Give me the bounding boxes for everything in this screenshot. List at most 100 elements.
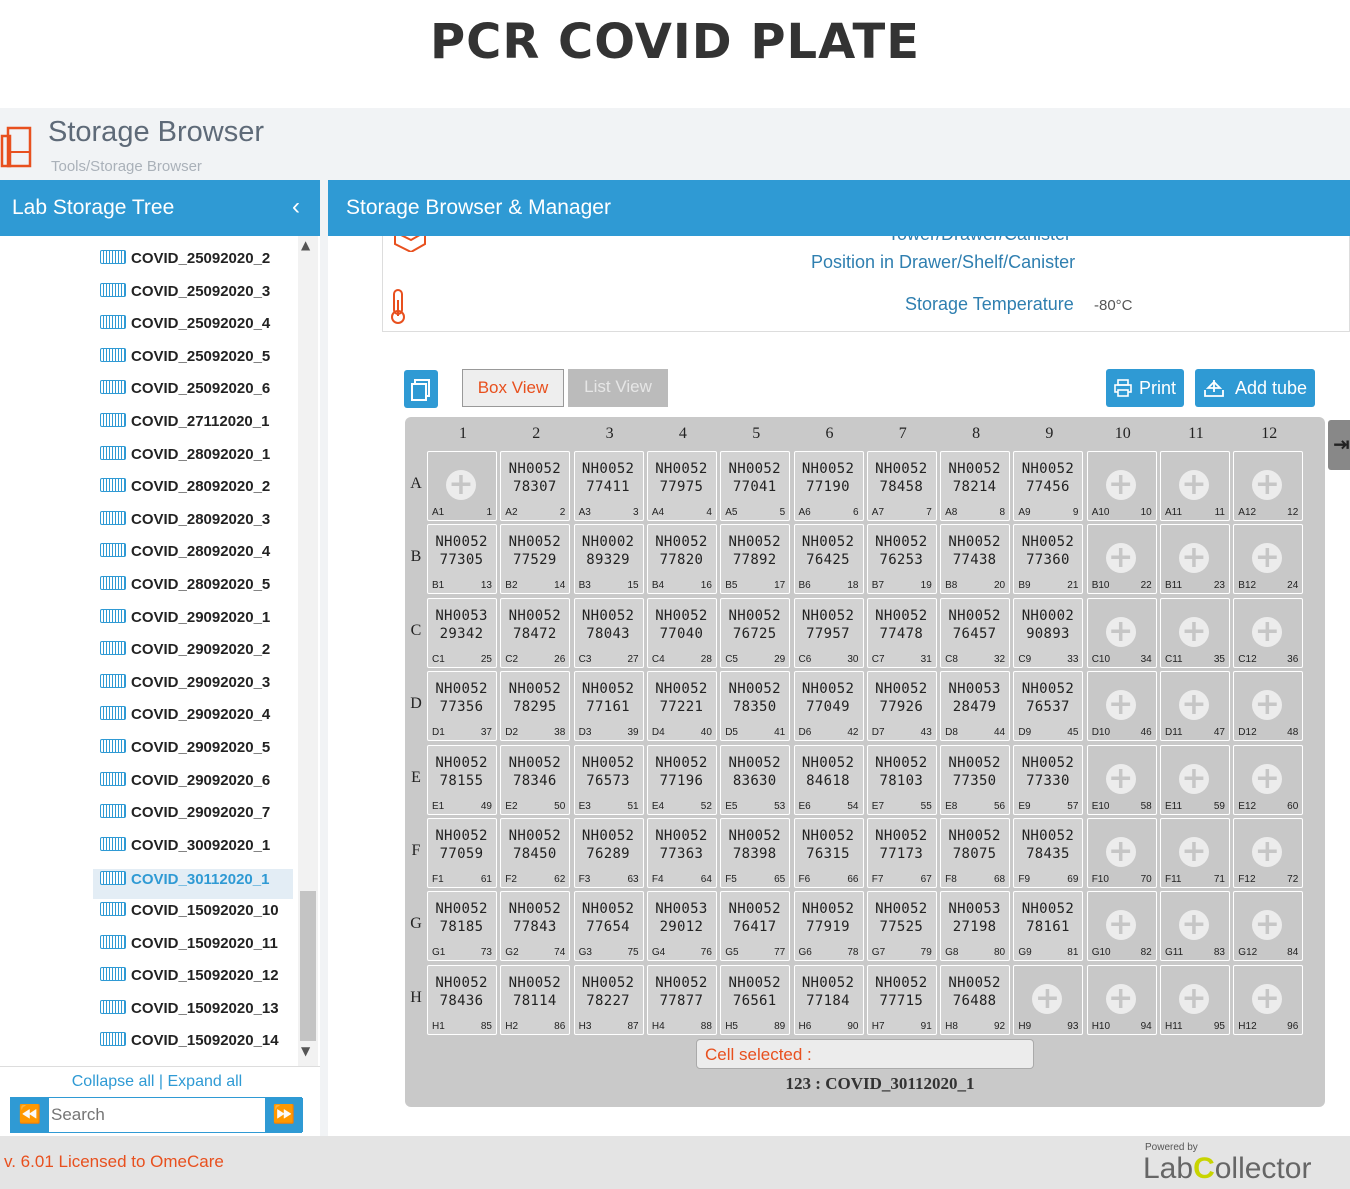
tree-item[interactable]: COVID_25092020_3 bbox=[100, 283, 270, 313]
plate-well[interactable]: NH0052 78155 E1 49 bbox=[427, 744, 497, 815]
plate-well[interactable]: NH0052 78398 F5 65 bbox=[720, 818, 791, 888]
add-tube-plus-icon[interactable]: + bbox=[1105, 690, 1136, 721]
plate-well[interactable]: NH0053 28479 D8 44 bbox=[940, 671, 1011, 742]
empty-well[interactable]: + C12 36 bbox=[1233, 597, 1304, 668]
plate-well[interactable]: NH0052 77196 E4 52 bbox=[646, 744, 717, 815]
add-tube-plus-icon[interactable]: + bbox=[1032, 983, 1063, 1014]
tree-item[interactable]: COVID_27112020_1 bbox=[100, 413, 269, 443]
empty-well[interactable]: + A1 1 bbox=[427, 451, 497, 521]
plate-well[interactable]: NH0052 77654 G3 75 bbox=[573, 891, 644, 962]
plate-well[interactable]: NH0052 77360 B9 21 bbox=[1013, 524, 1084, 595]
tree-item[interactable]: COVID_30112020_1 bbox=[93, 869, 293, 900]
empty-well[interactable]: + G11 83 bbox=[1160, 891, 1230, 962]
collapse-expand-links[interactable]: Collapse all | Expand all bbox=[0, 1073, 314, 1091]
plate-well[interactable]: NH0052 84618 E6 54 bbox=[793, 744, 864, 815]
plate-well[interactable]: NH0052 76417 G5 77 bbox=[720, 891, 791, 962]
add-tube-plus-icon[interactable]: + bbox=[1105, 910, 1136, 941]
add-tube-plus-icon[interactable]: + bbox=[1179, 763, 1209, 794]
empty-well[interactable]: + D12 48 bbox=[1233, 671, 1304, 742]
plate-well[interactable]: NH0052 78346 E2 50 bbox=[500, 744, 571, 815]
plate-well[interactable]: NH0052 76315 F6 66 bbox=[793, 818, 864, 888]
tree-item[interactable]: COVID_28092020_3 bbox=[100, 511, 270, 541]
tree-item[interactable]: COVID_15092020_11 bbox=[100, 935, 278, 965]
tree-item[interactable]: COVID_15092020_12 bbox=[100, 967, 279, 997]
tab-box-view[interactable]: Box View bbox=[462, 369, 564, 407]
empty-well[interactable]: + D11 47 bbox=[1160, 671, 1230, 742]
tree-item[interactable]: COVID_25092020_6 bbox=[100, 380, 270, 410]
plate-well[interactable]: NH0052 83630 E5 53 bbox=[720, 744, 791, 815]
empty-well[interactable]: + C11 35 bbox=[1160, 597, 1230, 668]
plate-well[interactable]: NH0052 77919 G6 78 bbox=[793, 891, 864, 962]
print-button[interactable]: Print bbox=[1106, 369, 1184, 407]
plate-well[interactable]: NH0052 77456 A9 9 bbox=[1013, 451, 1084, 521]
plate-well[interactable]: NH0052 76289 F3 63 bbox=[573, 818, 644, 888]
empty-well[interactable]: + E12 60 bbox=[1233, 744, 1304, 815]
plate-well[interactable]: NH0052 77184 H6 90 bbox=[793, 964, 864, 1035]
plate-well[interactable]: NH0052 78075 F8 68 bbox=[940, 818, 1011, 888]
add-tube-plus-icon[interactable]: + bbox=[1252, 837, 1283, 867]
plate-well[interactable]: NH0052 77715 H7 91 bbox=[866, 964, 937, 1035]
add-tube-plus-icon[interactable]: + bbox=[1179, 543, 1209, 574]
tree-item[interactable]: COVID_29092020_2 bbox=[100, 641, 270, 671]
plate-well[interactable]: NH0002 90893 C9 33 bbox=[1013, 597, 1084, 668]
add-tube-plus-icon[interactable]: + bbox=[1252, 983, 1283, 1014]
tree-item[interactable]: COVID_28092020_4 bbox=[100, 543, 270, 573]
plate-well[interactable]: NH0052 77356 D1 37 bbox=[427, 671, 497, 742]
empty-well[interactable]: + H9 93 bbox=[1013, 964, 1084, 1035]
plate-well[interactable]: NH0052 77190 A6 6 bbox=[793, 451, 864, 521]
plate-well[interactable]: NH0052 77877 H4 88 bbox=[646, 964, 717, 1035]
tree-item[interactable]: COVID_25092020_4 bbox=[100, 315, 270, 345]
plate-well[interactable]: NH0052 78295 D2 38 bbox=[500, 671, 571, 742]
plate-well[interactable]: NH0052 77975 A4 4 bbox=[646, 451, 717, 521]
tree-scrollbar[interactable]: ▲ ▼ bbox=[298, 236, 318, 1066]
add-tube-plus-icon[interactable]: + bbox=[1105, 470, 1136, 500]
plate-well[interactable]: NH0052 78307 A2 2 bbox=[500, 451, 571, 521]
plate-well[interactable]: NH0052 76488 H8 92 bbox=[940, 964, 1011, 1035]
empty-well[interactable]: + G12 84 bbox=[1233, 891, 1304, 962]
plate-well[interactable]: NH0052 78214 A8 8 bbox=[940, 451, 1011, 521]
add-tube-button[interactable]: Add tube bbox=[1195, 369, 1315, 407]
plate-well[interactable]: NH0052 78103 E7 55 bbox=[866, 744, 937, 815]
tree-item[interactable]: COVID_15092020_13 bbox=[100, 1000, 279, 1030]
add-tube-plus-icon[interactable]: + bbox=[1105, 543, 1136, 574]
plate-well[interactable]: NH0052 76573 E3 51 bbox=[573, 744, 644, 815]
empty-well[interactable]: + E11 59 bbox=[1160, 744, 1230, 815]
tree-item[interactable]: COVID_29092020_1 bbox=[100, 609, 270, 639]
plate-well[interactable]: NH0002 89329 B3 15 bbox=[573, 524, 644, 595]
add-tube-plus-icon[interactable]: + bbox=[1105, 837, 1136, 867]
add-tube-plus-icon[interactable]: + bbox=[1252, 616, 1283, 647]
plate-well[interactable]: NH0052 78436 H1 85 bbox=[427, 964, 497, 1035]
plate-well[interactable]: NH0052 76725 C5 29 bbox=[720, 597, 791, 668]
plate-well[interactable]: NH0052 78350 D5 41 bbox=[720, 671, 791, 742]
plate-well[interactable]: NH0052 77957 C6 30 bbox=[793, 597, 864, 668]
add-tube-plus-icon[interactable]: + bbox=[446, 470, 476, 500]
empty-well[interactable]: + F12 72 bbox=[1233, 818, 1304, 888]
tree-item[interactable]: COVID_28092020_2 bbox=[100, 478, 270, 508]
tree-item[interactable]: COVID_29092020_6 bbox=[100, 772, 270, 802]
empty-well[interactable]: + H11 95 bbox=[1160, 964, 1230, 1035]
add-tube-plus-icon[interactable]: + bbox=[1179, 470, 1209, 500]
plate-well[interactable]: NH0052 77363 F4 64 bbox=[646, 818, 717, 888]
empty-well[interactable]: + A11 11 bbox=[1160, 451, 1230, 521]
plate-well[interactable]: NH0052 77411 A3 3 bbox=[573, 451, 644, 521]
tree-item[interactable]: COVID_29092020_4 bbox=[100, 706, 270, 736]
add-tube-plus-icon[interactable]: + bbox=[1179, 983, 1209, 1014]
empty-well[interactable]: + E10 58 bbox=[1086, 744, 1157, 815]
plate-well[interactable]: NH0052 77041 A5 5 bbox=[720, 451, 791, 521]
plate-well[interactable]: NH0053 29012 G4 76 bbox=[646, 891, 717, 962]
add-tube-plus-icon[interactable]: + bbox=[1105, 983, 1136, 1014]
add-tube-plus-icon[interactable]: + bbox=[1179, 616, 1209, 647]
empty-well[interactable]: + A12 12 bbox=[1233, 451, 1304, 521]
plate-well[interactable]: NH0052 78472 C2 26 bbox=[500, 597, 571, 668]
add-tube-plus-icon[interactable]: + bbox=[1179, 690, 1209, 721]
cell-selected-field[interactable]: Cell selected : bbox=[696, 1039, 1034, 1069]
side-toggle-icon[interactable]: ⇥ bbox=[1328, 420, 1350, 470]
plate-well[interactable]: NH0052 77173 F7 67 bbox=[866, 818, 937, 888]
scroll-up-icon[interactable]: ▲ bbox=[301, 238, 310, 252]
plate-well[interactable]: NH0052 77350 E8 56 bbox=[940, 744, 1011, 815]
plate-well[interactable]: NH0052 76425 B6 18 bbox=[793, 524, 864, 595]
empty-well[interactable]: + B11 23 bbox=[1160, 524, 1230, 595]
tree-item[interactable]: COVID_29092020_5 bbox=[100, 739, 270, 769]
plate-well[interactable]: NH0052 77040 C4 28 bbox=[646, 597, 717, 668]
empty-well[interactable]: + D10 46 bbox=[1086, 671, 1157, 742]
